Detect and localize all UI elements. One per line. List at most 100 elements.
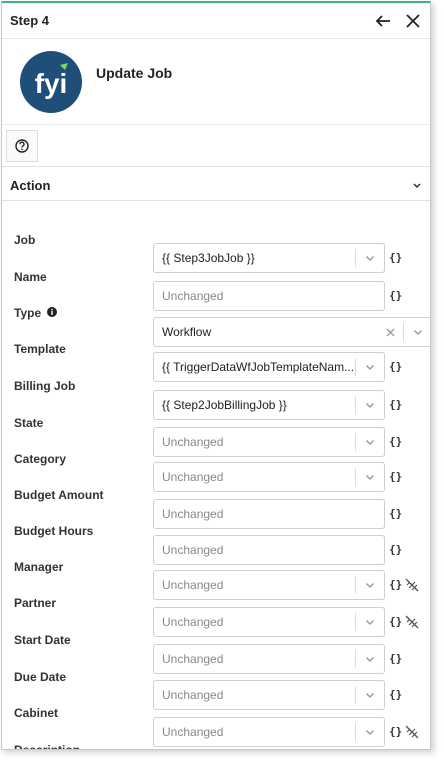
step-panel: Step 4 fyi Update Job Action Job{{Step3… [1,1,431,750]
field-label: Budget Hours [14,524,93,538]
insert-variable-icon[interactable]: {} [389,688,402,701]
back-arrow-icon[interactable] [374,12,392,30]
select-dropdown[interactable]: Unchanged [153,717,385,747]
select-dropdown[interactable]: Unchanged [153,680,385,710]
chevron-down-icon[interactable] [356,439,384,446]
field-label-text: State [14,416,44,430]
chevron-down-icon[interactable] [356,656,384,663]
select-dropdown[interactable]: Unchanged [153,644,385,674]
select-dropdown[interactable]: Unchanged [153,427,385,457]
field-label: Budget Amount [14,488,104,502]
help-button[interactable] [6,129,38,162]
field-label: Template [14,342,66,356]
section-label: Action [10,178,51,193]
clear-value-icon[interactable] [405,578,419,595]
chevron-down-icon[interactable] [356,582,384,589]
chevron-down-icon[interactable] [356,619,384,626]
field-label: Start Date [14,633,71,647]
insert-variable-icon[interactable]: {} [389,289,402,302]
field-label-text: Budget Amount [14,488,104,502]
insert-variable-icon[interactable]: {} [389,398,402,411]
close-icon[interactable] [404,12,422,30]
select-dropdown[interactable]: Unchanged [153,570,385,600]
field-label-text: Manager [14,560,64,574]
insert-variable-icon[interactable]: {} [389,470,402,483]
text-input[interactable]: Unchanged [153,535,385,565]
chevron-down-icon[interactable] [356,255,384,262]
field-label: Billing Job [14,379,75,393]
field-label-text: Description [14,743,81,750]
field-label-text: Cabinet [14,706,59,720]
field-label-text: Type [14,306,42,320]
field-label: Due Date [14,670,66,684]
insert-variable-icon[interactable]: {} [389,251,402,264]
text-input[interactable]: Unchanged [153,499,385,529]
field-label: State [14,416,43,430]
svg-text:fyi: fyi [35,68,68,99]
field-label-text: Job [14,233,36,247]
insert-variable-icon[interactable]: {} [389,615,402,628]
chevron-down-icon[interactable] [356,402,384,409]
insert-variable-icon[interactable]: {} [389,725,402,738]
field-value: Unchanged [162,289,224,303]
field-label: Type [14,306,58,320]
field-label: Cabinet [14,706,58,720]
field-value: Unchanged [162,652,224,666]
insert-variable-icon[interactable]: {} [389,435,402,448]
field-label-text: Budget Hours [14,524,94,538]
field-label: Partner [14,596,56,610]
insert-variable-icon[interactable]: {} [389,578,402,591]
select-dropdown[interactable]: Workflow [153,317,430,347]
info-icon[interactable] [47,306,58,320]
chevron-down-icon[interactable] [356,364,384,371]
field-value: {{ TriggerDataWfJobTemplateNam... [162,360,355,374]
field-value: {{ Step3JobJob }} [162,251,255,265]
clear-icon[interactable] [377,328,403,337]
field-value: Unchanged [162,578,224,592]
select-dropdown[interactable]: {{ Step3JobJob }} [153,243,385,273]
chevron-down-icon[interactable] [356,474,384,481]
field-label-text: Template [14,342,66,356]
select-dropdown[interactable]: {{ TriggerDataWfJobTemplateNam... [153,352,385,382]
field-label: Description [14,743,81,750]
select-dropdown[interactable]: {{ Step2JobBillingJob }} [153,390,385,420]
field-label-text: Partner [14,596,57,610]
field-label-text: Category [14,452,67,466]
insert-variable-icon[interactable]: {} [389,652,402,665]
clear-value-icon[interactable] [405,615,419,632]
action-section-header[interactable]: Action [2,171,430,201]
field-value: Unchanged [162,507,224,521]
fyi-logo: fyi [20,50,82,113]
field-label: Manager [14,560,63,574]
insert-variable-icon[interactable]: {} [389,543,402,556]
chevron-down-icon[interactable] [404,329,430,336]
question-icon [15,138,29,153]
job-title: Update Job [96,64,173,81]
field-label: Job [14,233,35,247]
field-value: Unchanged [162,435,224,449]
chevron-down-icon[interactable] [356,692,384,699]
chevron-down-icon [413,182,421,188]
field-label-text: Billing Job [14,379,76,393]
select-dropdown[interactable]: Unchanged [153,462,385,492]
select-dropdown[interactable]: Unchanged [153,607,385,637]
field-value: Unchanged [162,543,224,557]
field-value: Unchanged [162,470,224,484]
text-input[interactable]: Unchanged [153,281,385,311]
field-value: {{ Step2JobBillingJob }} [162,398,287,412]
clear-value-icon[interactable] [405,725,419,742]
field-value: Workflow [162,325,212,339]
field-label: Category [14,452,66,466]
panel-title-bar: Step 4 [2,3,430,39]
insert-variable-icon[interactable]: {} [389,360,402,373]
job-header: fyi Update Job [2,39,430,125]
step-title: Step 4 [10,13,50,28]
field-value: Unchanged [162,725,224,739]
chevron-down-icon[interactable] [356,729,384,736]
field-label-text: Name [14,270,47,284]
insert-variable-icon[interactable]: {} [389,507,402,520]
field-label-text: Start Date [14,633,71,647]
field-label-text: Due Date [14,670,67,684]
field-label: Name [14,270,47,284]
help-toolbar [2,125,430,167]
